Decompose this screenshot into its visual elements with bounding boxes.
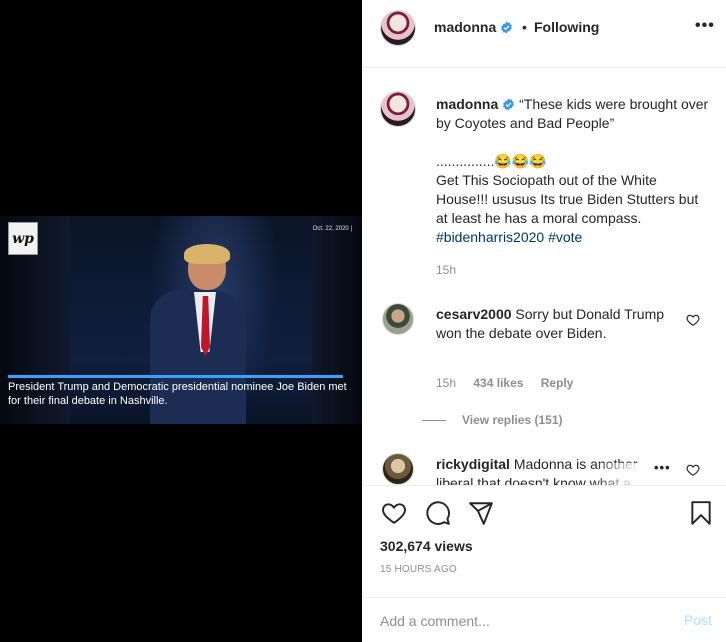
caption-username[interactable]: madonna: [436, 96, 498, 112]
comment-username[interactable]: cesarv2000: [436, 306, 512, 322]
caption-text: madonna “These kids were brought over by…: [436, 95, 711, 247]
comment-meta: 15h 434 likes Reply: [436, 376, 587, 390]
comment-bubble-icon[interactable]: [425, 500, 451, 526]
caption-time[interactable]: 15h: [436, 263, 456, 277]
comment-avatar[interactable]: [382, 453, 414, 485]
video-views-count[interactable]: 302,674 views: [380, 538, 473, 554]
comment-text: cesarv2000 Sorry but Donald Trump won th…: [436, 305, 676, 343]
header-separator: •: [522, 19, 527, 35]
more-options-icon[interactable]: •••: [695, 17, 715, 35]
post-header: madonna • Following •••: [362, 0, 726, 68]
comments-list[interactable]: madonna “These kids were brought over by…: [362, 69, 726, 485]
comment-time[interactable]: 15h: [436, 376, 456, 390]
laughing-emoji-icon: 😂😂😂: [494, 153, 547, 169]
like-comment-heart-icon[interactable]: [686, 313, 700, 327]
video-caption: President Trump and Democratic president…: [8, 381, 347, 407]
post-comment-button[interactable]: Post: [684, 612, 712, 628]
view-replies-dash: [422, 420, 446, 422]
header-username-text[interactable]: madonna: [434, 19, 496, 35]
media-panel: wp Oct. 22, 2020 | President Trump and D…: [0, 0, 362, 642]
post-actions: 302,674 views 15 HOURS AGO: [362, 485, 726, 585]
caption-body: Get This Sociopath out of the White Hous…: [436, 172, 699, 226]
caption-dots: ...............: [436, 153, 495, 169]
save-bookmark-icon[interactable]: [688, 500, 714, 526]
comment-input[interactable]: [380, 610, 660, 632]
verified-badge-icon: [503, 98, 515, 111]
view-replies-label[interactable]: View replies (151): [462, 413, 563, 427]
video-date-stamp: Oct. 22, 2020 |: [312, 226, 352, 232]
verified-badge-icon: [501, 21, 513, 34]
comment-avatar[interactable]: [382, 303, 414, 335]
view-replies-button[interactable]: View replies (151): [422, 413, 563, 427]
hashtag-link[interactable]: #bidenharris2020: [436, 229, 544, 245]
add-comment-bar: Post: [362, 597, 726, 642]
comment-more-options-icon[interactable]: •••: [654, 460, 671, 475]
instagram-post-modal: wp Oct. 22, 2020 | President Trump and D…: [0, 0, 726, 642]
like-heart-icon[interactable]: [381, 500, 407, 526]
header-username[interactable]: madonna: [434, 19, 513, 35]
caption-avatar[interactable]: [380, 91, 416, 127]
comment-likes[interactable]: 434 likes: [473, 376, 523, 390]
comment-username[interactable]: rickydigital: [436, 456, 510, 472]
post-timestamp[interactable]: 15 HOURS AGO: [380, 564, 457, 575]
share-paper-plane-icon[interactable]: [468, 500, 494, 526]
post-details-panel: madonna • Following ••• madonna “These k…: [362, 0, 726, 642]
caption-accent-line: [8, 375, 343, 378]
like-comment-heart-icon[interactable]: [686, 463, 700, 477]
hashtag-link[interactable]: #vote: [548, 229, 582, 245]
video-player[interactable]: wp Oct. 22, 2020 | President Trump and D…: [0, 216, 362, 424]
following-button[interactable]: Following: [534, 19, 599, 35]
reply-button[interactable]: Reply: [541, 376, 574, 390]
washington-post-logo: wp: [8, 222, 38, 255]
avatar[interactable]: [380, 10, 416, 46]
